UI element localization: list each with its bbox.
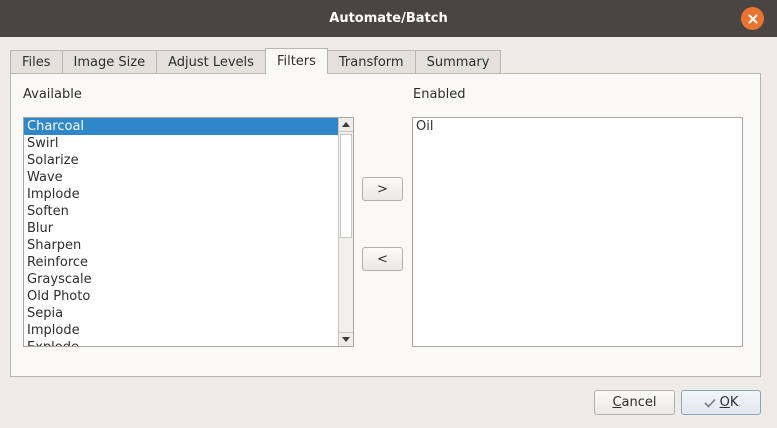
list-item[interactable]: Soften (24, 203, 339, 220)
tab-bar: Files Image Size Adjust Levels Filters T… (10, 48, 502, 74)
add-filter-button[interactable]: > (362, 177, 403, 201)
window-title: Automate/Batch (329, 11, 448, 26)
tab-label: Image Size (73, 55, 146, 70)
title-bar: Automate/Batch (0, 0, 777, 37)
list-item[interactable]: Explode (24, 339, 339, 346)
cancel-button[interactable]: Cancel (594, 390, 675, 415)
list-item[interactable]: Sepia (24, 305, 339, 322)
available-scrollbar[interactable] (338, 118, 353, 346)
scroll-down-button[interactable] (339, 332, 353, 346)
ok-label: K (729, 395, 739, 410)
tab-filters[interactable]: Filters (264, 48, 328, 74)
available-label: Available (23, 87, 82, 102)
list-item[interactable]: Reinforce (24, 254, 339, 271)
cancel-label: ancel (621, 395, 657, 410)
tab-label: Filters (276, 54, 316, 69)
list-item[interactable]: Old Photo (24, 288, 339, 305)
enabled-list[interactable]: Oil (412, 117, 743, 347)
enabled-label: Enabled (413, 87, 466, 102)
list-item[interactable]: Sharpen (24, 237, 339, 254)
close-icon (748, 14, 757, 23)
list-item[interactable]: Implode (24, 186, 339, 203)
list-item[interactable]: Solarize (24, 152, 339, 169)
close-button[interactable] (741, 7, 764, 30)
tab-label: Files (22, 55, 51, 70)
tab-transform[interactable]: Transform (326, 50, 416, 74)
list-item[interactable]: Wave (24, 169, 339, 186)
tab-files[interactable]: Files (10, 50, 63, 74)
list-item[interactable]: Implode (24, 322, 339, 339)
scroll-down-arrow-icon (342, 337, 350, 342)
filters-panel: Available Enabled Charcoal Swirl Solariz… (10, 73, 761, 377)
scroll-up-button[interactable] (339, 118, 353, 132)
remove-filter-button[interactable]: < (362, 247, 403, 271)
list-item[interactable]: Blur (24, 220, 339, 237)
ok-mnemonic: O (719, 395, 730, 410)
tab-adjust-levels[interactable]: Adjust Levels (156, 50, 266, 74)
list-item[interactable]: Grayscale (24, 271, 339, 288)
tab-summary[interactable]: Summary (414, 50, 502, 74)
tab-image-size[interactable]: Image Size (61, 50, 158, 74)
tab-label: Transform (338, 55, 404, 70)
tab-label: Summary (426, 55, 490, 70)
scroll-thumb[interactable] (340, 134, 352, 238)
checkmark-icon (704, 398, 716, 408)
list-item[interactable]: Oil (413, 118, 742, 135)
cancel-mnemonic: C (612, 395, 622, 410)
scroll-up-arrow-icon (342, 122, 350, 127)
ok-button[interactable]: OK (681, 390, 761, 415)
list-item-selected[interactable]: Charcoal (24, 118, 339, 135)
tab-label: Adjust Levels (168, 55, 254, 70)
available-list[interactable]: Charcoal Swirl Solarize Wave Implode Sof… (23, 117, 354, 347)
list-item[interactable]: Swirl (24, 135, 339, 152)
